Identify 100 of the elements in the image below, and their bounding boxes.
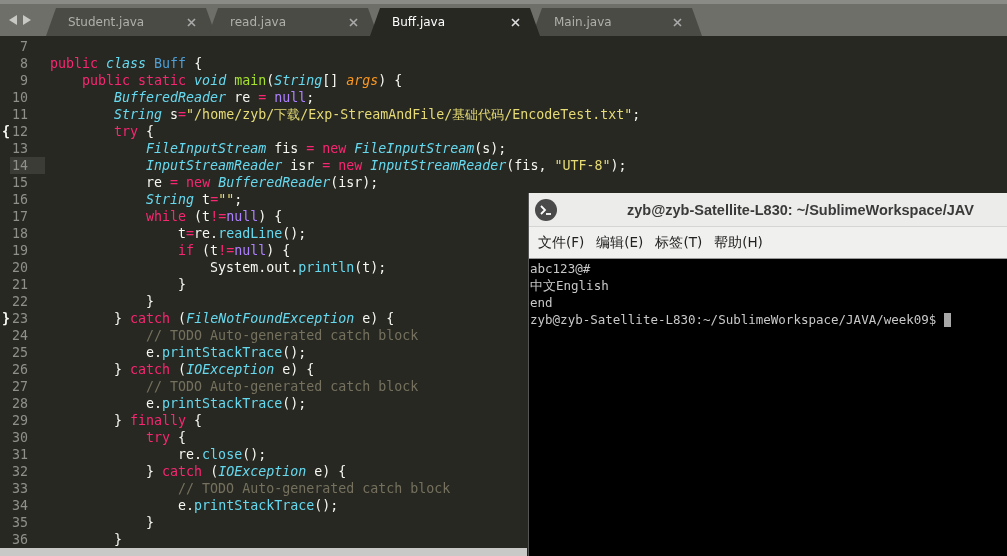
code-token: String [145,192,195,207]
line-number: 34 [11,497,29,514]
code-token: re [233,90,252,105]
line-number: 16 [11,191,29,208]
code-token: (); [282,226,307,241]
code-token: ( [177,311,187,326]
line-number: 10 [11,89,29,106]
code-token: printStackTrace [162,396,283,411]
code-token: != [218,243,235,258]
file-tab[interactable]: Buff.java [370,8,540,36]
line-number: 21 [11,276,29,293]
code-token: (t [201,243,219,258]
menu-item[interactable]: 文件(F) [538,233,585,252]
code-token: re. [194,226,219,241]
code-token: ); [610,158,627,173]
left-arrow-icon[interactable] [9,15,17,25]
code-token: main [233,73,267,88]
code-token: t [201,192,211,207]
code-token: ; [306,90,315,105]
line-number: 24 [11,327,29,344]
scrollbar[interactable] [0,548,527,556]
code-token: ( [266,73,275,88]
code-token: "" [218,192,235,207]
output-line: 中文English [530,277,610,294]
code-token: = [186,226,195,241]
code-token: catch [161,464,203,479]
code-token: t [177,226,187,241]
code-token: catch [129,362,171,377]
line-number: 12 [11,123,29,140]
code-token: public [81,73,131,88]
code-token: finally [129,413,187,428]
menu-item[interactable]: 标签(T) [655,233,703,252]
code-token: } [113,311,123,326]
code-token: class [105,56,147,71]
code-token: ) { [266,243,291,258]
output-line: abc123@# [530,260,592,277]
line-number: 22 [11,293,29,310]
code-token: { [193,56,203,71]
code-token: = [306,141,315,156]
code-token: Buff [153,56,187,71]
code-token: // TODO Auto-generated catch block [177,481,451,496]
line-number: 26 [11,361,29,378]
code-token: catch [129,311,171,326]
code-token: { [145,124,155,139]
code-token: args [346,73,379,88]
code-token: FileInputStream [353,141,475,156]
code-token: = [178,107,187,122]
code-token: System.out. [209,260,299,275]
code-token: } [145,515,155,530]
code-token: // TODO Auto-generated catch block [145,379,419,394]
code-token: "/home/zyb/下载/Exp-StreamAndFile/基础代码/EncodeTest.txt" [186,107,633,122]
code-token: BufferedReader [217,175,331,190]
window-title: zyb@zyb-Satellite-L830: ~/SublimeWorkspace/JAV [627,201,974,218]
code-token: printStackTrace [194,498,315,513]
line-number: 18 [11,225,29,242]
fold-marker[interactable]: } [0,310,10,327]
code-token: = [258,90,267,105]
code-token: { [177,430,187,445]
code-token: null [234,243,267,258]
code-token: static [137,73,187,88]
code-token: FileNotFoundException [186,311,355,326]
line-number: 20 [11,259,29,276]
line-number: 31 [11,446,29,463]
code-token: (); [314,498,339,513]
line-number: 35 [11,514,29,531]
code-token: (); [242,447,267,462]
code-token: isr [289,158,316,173]
code-token: } [113,362,123,377]
code-token: readLine [218,226,283,241]
code-token: e. [145,396,163,411]
code-token: s [169,107,179,122]
code-token: "UTF-8" [554,158,611,173]
output-line: end [530,294,554,311]
code-token: } [113,413,123,428]
code-token: e. [177,498,195,513]
menu-item[interactable]: 编辑(E) [596,233,644,252]
fold-marker[interactable]: { [0,123,10,140]
code-token: IOException [218,464,307,479]
code-token: ) { [258,209,283,224]
code-token: e) { [313,464,347,479]
line-number: 28 [11,395,29,412]
line-number: 23 [11,310,29,327]
line-number: 15 [11,174,29,191]
cursor-icon [944,312,952,327]
code-token: while [145,209,187,224]
menu-item[interactable]: 帮助(H) [714,233,763,252]
code-token: ( [177,362,187,377]
code-token: String [113,107,163,122]
code-token: InputStreamReader [369,158,507,173]
code-token: FileInputStream [145,141,267,156]
code-token: != [210,209,227,224]
code-token: new [185,175,211,190]
code-token: null [273,90,307,105]
line-number: 9 [19,72,29,89]
right-arrow-icon[interactable] [23,15,31,25]
code-token: (t [193,209,211,224]
line-number: 14 [10,157,45,174]
code-token: ( [209,464,219,479]
code-token: e) { [281,362,315,377]
code-token: public [50,56,99,71]
